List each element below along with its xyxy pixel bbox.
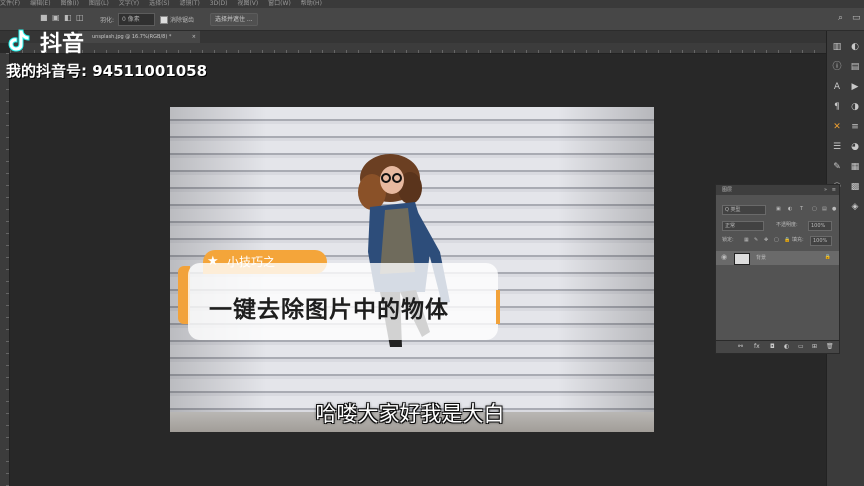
filter-shape-icon[interactable]: ▢ bbox=[812, 205, 817, 214]
layer-thumbnail bbox=[734, 253, 750, 265]
fx-icon[interactable]: fx bbox=[754, 343, 760, 350]
menu-select[interactable]: 选择(S) bbox=[149, 0, 170, 8]
collapse-icon[interactable]: » bbox=[824, 185, 827, 195]
opacity-input[interactable]: 100% bbox=[808, 221, 832, 231]
opacity-label: 不透明度: bbox=[776, 222, 798, 228]
layers-panel: 图层 » ≡ Q 类型 ▣ ◐ T ▢ ▤ ● 正常 不透明度: 100% 锁定… bbox=[715, 184, 840, 354]
lock-transparent-icon[interactable]: ▦ bbox=[744, 236, 749, 245]
fill-input[interactable]: 100% bbox=[810, 236, 832, 246]
close-icon[interactable]: × bbox=[192, 31, 196, 43]
color-icon[interactable]: ◕ bbox=[849, 141, 861, 153]
menu-type[interactable]: 文字(Y) bbox=[119, 0, 139, 8]
fill-value: 100% bbox=[813, 238, 828, 244]
menu-layer[interactable]: 图层(L) bbox=[89, 0, 109, 8]
tip-card-right-accent bbox=[496, 290, 500, 324]
lock-position-icon[interactable]: ✥ bbox=[764, 236, 768, 245]
workspace-icon[interactable]: ▭ bbox=[852, 13, 861, 23]
visibility-eye-icon[interactable]: ◉ bbox=[721, 253, 727, 261]
antialias-label: 消除锯齿 bbox=[170, 17, 195, 24]
new-layer-icon[interactable]: ⊞ bbox=[812, 343, 817, 350]
brush-icon[interactable]: ✎ bbox=[831, 161, 843, 173]
dock-column-right: ◐ ▤ ▶ ◑ ≡ ◕ ▦ ▩ ◈ bbox=[847, 41, 863, 221]
panel-menu-icon[interactable]: ≡ bbox=[832, 185, 836, 195]
paragraph-icon[interactable]: ¶ bbox=[831, 101, 843, 113]
menu-filter[interactable]: 滤镜(T) bbox=[180, 0, 200, 8]
lock-image-icon[interactable]: ✎ bbox=[754, 236, 758, 245]
options-bar: ■ ▣ ◧ ◫ 羽化: 0 像素 消除锯齿 选择并遮住 ... ⌕ ▭ bbox=[0, 8, 864, 31]
filter-kind-select[interactable]: Q 类型 bbox=[722, 205, 766, 215]
opacity-value: 100% bbox=[811, 223, 826, 229]
lock-all-icon[interactable]: 🔒 bbox=[784, 236, 790, 245]
vertical-ruler bbox=[0, 53, 10, 486]
new-selection-icon[interactable]: ■ bbox=[40, 13, 48, 22]
filter-smart-icon[interactable]: ▤ bbox=[822, 205, 827, 214]
link-layers-icon[interactable]: ⚯ bbox=[738, 343, 743, 350]
gradients-icon[interactable]: ▩ bbox=[849, 181, 861, 193]
info-icon[interactable]: ⓘ bbox=[831, 61, 843, 73]
document-tab-title: unsplash.jpg @ 16.7%(RGB/8) * bbox=[92, 34, 172, 40]
douyin-logo-icon bbox=[8, 29, 30, 52]
layer-name: 背景 bbox=[756, 255, 767, 261]
feather-input[interactable]: 0 像素 bbox=[118, 13, 155, 26]
menu-help[interactable]: 帮助(H) bbox=[301, 0, 322, 8]
filter-adjust-icon[interactable]: ◐ bbox=[788, 205, 792, 214]
tip-title: 一键去除图片中的物体 bbox=[209, 297, 449, 323]
lock-row: 锁定: ▦ ✎ ✥ ▢ 🔒 填充: 100% bbox=[722, 236, 833, 246]
blend-mode-select[interactable]: 正常 bbox=[722, 221, 764, 231]
actions-icon[interactable]: ▶ bbox=[849, 81, 861, 93]
fill-label: 填充: bbox=[792, 237, 804, 243]
menu-window[interactable]: 窗口(W) bbox=[268, 0, 291, 8]
search-icon[interactable]: ⌕ bbox=[838, 13, 843, 23]
new-group-icon[interactable]: ▭ bbox=[798, 343, 804, 350]
history-icon[interactable]: ▥ bbox=[831, 41, 843, 53]
lock-artboard-icon[interactable]: ▢ bbox=[774, 236, 779, 245]
douyin-brand: 抖音 bbox=[40, 32, 85, 57]
menu-bar: 文件(F) 编辑(E) 图像(I) 图层(L) 文字(Y) 选择(S) 滤镜(T… bbox=[0, 0, 864, 8]
blend-mode-value: 正常 bbox=[725, 223, 736, 229]
document-tab-bar: unsplash.jpg @ 16.7%(RGB/8) * × bbox=[0, 31, 826, 43]
libraries-icon[interactable]: ▤ bbox=[849, 61, 861, 73]
add-selection-icon[interactable]: ▣ bbox=[52, 13, 60, 22]
adjustment-layer-icon[interactable]: ◐ bbox=[784, 343, 789, 350]
trash-icon[interactable]: 🗑 bbox=[826, 343, 834, 350]
layer-item-background[interactable]: ◉ 背景 🔒 bbox=[716, 251, 839, 265]
menu-file[interactable]: 文件(F) bbox=[0, 0, 20, 8]
add-mask-icon[interactable]: ◘ bbox=[770, 343, 775, 350]
properties-icon[interactable]: ≡ bbox=[849, 121, 861, 133]
tool-presets-icon[interactable]: ✕ bbox=[831, 121, 843, 133]
filter-row: Q 类型 ▣ ◐ T ▢ ▤ ● bbox=[722, 205, 836, 215]
feather-label: 羽化: bbox=[100, 17, 115, 24]
character-icon[interactable]: A bbox=[831, 81, 843, 93]
adjustments-icon[interactable]: ◑ bbox=[849, 101, 861, 113]
swatches-icon[interactable]: ▦ bbox=[849, 161, 861, 173]
menu-image[interactable]: 图像(I) bbox=[60, 0, 78, 8]
layer-lock-icon[interactable]: 🔒 bbox=[825, 254, 831, 260]
layers-panel-footer: ⚯ fx ◘ ◐ ▭ ⊞ 🗑 bbox=[716, 340, 839, 353]
dock-column-left: ▥ ⓘ A ¶ ✕ ☰ ✎ ⚇ bbox=[829, 41, 845, 201]
filter-type-icon[interactable]: T bbox=[800, 205, 803, 214]
filter-kind-label: Q 类型 bbox=[725, 207, 741, 213]
layers-panel-title[interactable]: 图层 bbox=[722, 187, 732, 193]
antialias-checkbox[interactable] bbox=[160, 16, 168, 24]
horizontal-ruler bbox=[10, 43, 826, 54]
select-and-mask-button[interactable]: 选择并遮住 ... bbox=[210, 13, 258, 26]
subtract-selection-icon[interactable]: ◧ bbox=[64, 13, 72, 22]
filter-toggle-icon[interactable]: ● bbox=[832, 205, 836, 214]
layers-icon[interactable]: ◈ bbox=[849, 201, 861, 213]
menu-view[interactable]: 视图(V) bbox=[237, 0, 258, 8]
document-tab[interactable]: unsplash.jpg @ 16.7%(RGB/8) * × bbox=[78, 31, 200, 43]
douyin-id: 我的抖音号: 94511001058 bbox=[6, 62, 208, 80]
blend-row: 正常 不透明度: 100% bbox=[722, 221, 833, 231]
layers-panel-header: 图层 » ≡ bbox=[716, 185, 839, 195]
menu-edit[interactable]: 编辑(E) bbox=[30, 0, 50, 8]
filter-pixel-icon[interactable]: ▣ bbox=[776, 205, 781, 214]
lock-label: 锁定: bbox=[722, 237, 734, 243]
intersect-selection-icon[interactable]: ◫ bbox=[76, 13, 84, 22]
menu-3d[interactable]: 3D(D) bbox=[210, 0, 228, 8]
video-subtitle: 哈喽大家好我是大白 bbox=[315, 402, 505, 426]
learn-icon[interactable]: ◐ bbox=[849, 41, 861, 53]
brush-settings-icon[interactable]: ☰ bbox=[831, 141, 843, 153]
